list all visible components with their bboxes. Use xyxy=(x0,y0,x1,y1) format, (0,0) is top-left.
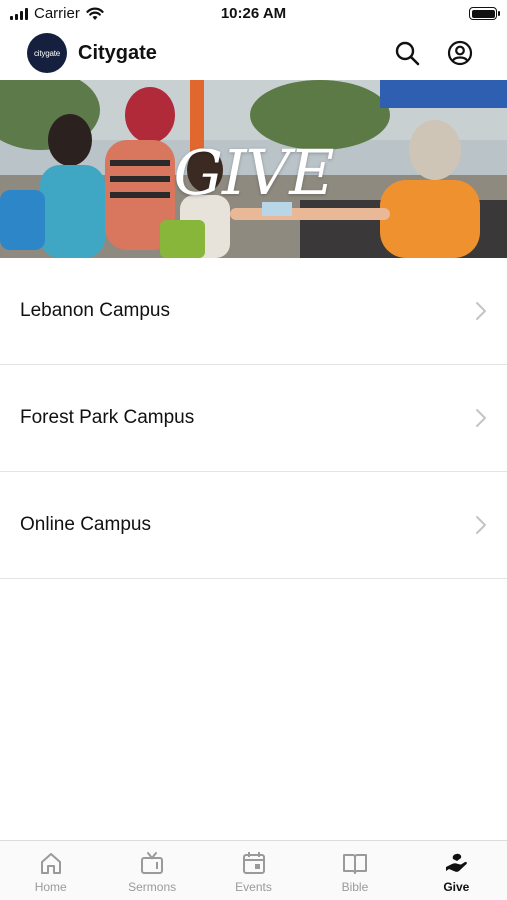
campus-label: Online Campus xyxy=(20,514,151,535)
hero-title: GIVE xyxy=(173,136,334,209)
calendar-icon xyxy=(242,852,265,874)
chevron-right-icon xyxy=(476,302,486,320)
campus-row-lebanon[interactable]: Lebanon Campus xyxy=(0,258,507,365)
book-icon xyxy=(342,854,367,874)
campus-row-online[interactable]: Online Campus xyxy=(0,472,507,579)
tab-bible[interactable]: Bible xyxy=(304,841,405,900)
give-hero-banner: GIVE xyxy=(0,80,507,258)
tab-bar: Home Sermons Events Bible Give xyxy=(0,840,507,900)
giving-hand-icon xyxy=(446,853,468,872)
app-header: citygate Citygate xyxy=(0,28,507,78)
tab-label: Events xyxy=(235,880,272,894)
tab-label: Give xyxy=(443,880,470,894)
tab-label: Home xyxy=(34,880,67,894)
tv-icon xyxy=(141,852,164,874)
citygate-logo: citygate xyxy=(27,33,67,73)
campus-label: Forest Park Campus xyxy=(20,407,195,428)
tab-home[interactable]: Home xyxy=(0,841,101,900)
tab-sermons[interactable]: Sermons xyxy=(101,841,202,900)
status-bar: Carrier 10:26 AM xyxy=(0,0,507,28)
app-title: Citygate xyxy=(78,42,157,64)
chevron-right-icon xyxy=(476,409,486,427)
tab-label: Bible xyxy=(341,880,369,894)
search-icon[interactable] xyxy=(394,40,420,66)
tab-give[interactable]: Give xyxy=(406,841,507,900)
tab-label: Sermons xyxy=(128,880,177,894)
tab-events[interactable]: Events xyxy=(203,841,304,900)
campus-list: Lebanon Campus Forest Park Campus Online… xyxy=(0,258,507,579)
battery-icon xyxy=(469,7,500,20)
home-icon xyxy=(40,853,61,874)
clock: 10:26 AM xyxy=(220,5,287,22)
campus-label: Lebanon Campus xyxy=(20,300,170,321)
account-icon[interactable] xyxy=(447,40,473,66)
campus-row-forest-park[interactable]: Forest Park Campus xyxy=(0,365,507,472)
chevron-right-icon xyxy=(476,516,486,534)
